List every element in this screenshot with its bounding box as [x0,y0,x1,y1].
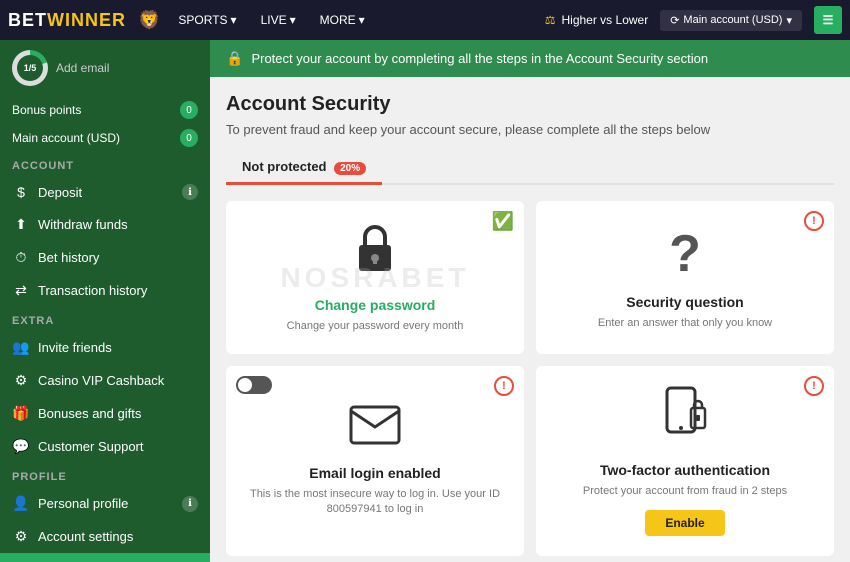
tab-percent-badge: 20% [334,162,366,175]
support-icon: 💬 [12,438,30,455]
dollar-icon: $ [12,184,30,200]
sidebar-item-bet-history[interactable]: ⏱ Bet history [0,241,210,274]
more-nav-btn[interactable]: MORE ▾ [314,9,371,31]
card-change-password: NOSRABET ✅ Change password Change your p… [226,201,524,354]
settings-icon: ⚙ [12,528,30,545]
account-button[interactable]: ⟳ Main account (USD) ▾ [660,10,802,31]
main-account-badge: 0 [180,129,198,147]
sidebar-item-withdraw[interactable]: ⬆ Withdraw funds [0,208,210,241]
phone-lock-icon [663,386,707,452]
card-desc-security-question: Enter an answer that only you know [598,316,772,331]
check-icon: ✅ [492,211,514,232]
brand-winner: WINNER [47,10,126,30]
extra-section-label: EXTRA [0,307,210,331]
friends-icon: 👥 [12,339,30,356]
withdraw-icon: ⬆ [12,216,30,233]
sidebar-item-deposit[interactable]: $ Deposit ℹ [0,176,210,208]
sidebar-item-transaction-history[interactable]: ⇄ Transaction history [0,274,210,307]
chevron-down-icon: ▾ [359,13,365,27]
sidebar-item-casino-vip[interactable]: ⚙ Casino VIP Cashback [0,364,210,397]
info-icon: ℹ [182,184,198,200]
scale-icon: ⚖ [545,13,556,27]
tab-not-protected[interactable]: Not protected 20% [226,151,382,183]
account-section-label: ACCOUNT [0,152,210,176]
card-title-two-factor: Two-factor authentication [600,462,770,478]
sidebar-top: 1/5 Add email [0,40,210,96]
card-title-security-question: Security question [626,294,743,310]
chevron-down-icon: ▾ [231,13,237,27]
live-nav-btn[interactable]: LIVE ▾ [255,9,302,31]
clock-icon: ⏱ [12,249,30,266]
cards-grid: NOSRABET ✅ Change password Change your p… [226,201,834,556]
page-title: Account Security [226,93,834,116]
refresh-icon: ⟳ [670,14,679,27]
content-body: Account Security To prevent fraud and ke… [210,77,850,562]
warn-icon: ! [804,211,824,231]
top-navigation: BETWINNER 🦁 SPORTS ▾ LIVE ▾ MORE ▾ ⚖ Hig… [0,0,850,40]
email-login-toggle[interactable] [236,376,272,394]
card-desc-email-login: This is the most insecure way to log in.… [242,487,508,518]
card-title-email-login: Email login enabled [309,465,440,481]
banner-lock-icon: 🔒 [226,50,243,67]
person-icon: 👤 [12,495,30,512]
main-body: 1/5 Add email Bonus points 0 Main accoun… [0,40,850,562]
page-subtitle: To prevent fraud and keep your account s… [226,122,834,137]
enable-button[interactable]: Enable [645,510,724,536]
email-icon [349,405,401,455]
card-security-question: ! ? Security question Enter an answer th… [536,201,834,354]
sports-nav-btn[interactable]: SPORTS ▾ [172,9,242,31]
sidebar-item-account-settings[interactable]: ⚙ Account settings [0,520,210,553]
sidebar: 1/5 Add email Bonus points 0 Main accoun… [0,40,210,562]
content-area: 🔒 Protect your account by completing all… [210,40,850,562]
question-icon: ? [669,224,701,284]
lion-icon: 🦁 [138,10,160,31]
warn-icon: ! [804,376,824,396]
gift-icon: 🎁 [12,405,30,422]
balance-vs: ⚖ Higher vs Lower [545,13,648,27]
security-banner: 🔒 Protect your account by completing all… [210,40,850,77]
menu-button[interactable]: ☰ [814,6,842,34]
sidebar-item-customer-support[interactable]: 💬 Customer Support [0,430,210,463]
sidebar-item-personal-profile[interactable]: 👤 Personal profile ℹ [0,487,210,520]
card-title-change-password: Change password [315,297,436,313]
card-email-login: ! Email login enabled This is the most i… [226,366,524,555]
vip-icon: ⚙ [12,372,30,389]
brand-logo: BETWINNER [8,10,126,31]
banner-text: Protect your account by completing all t… [251,51,708,66]
bonus-points-stat: Bonus points 0 [0,96,210,124]
card-two-factor: ! Two-factor authentication Protect your… [536,366,834,555]
bonus-points-badge: 0 [180,101,198,119]
info-icon: ℹ [182,496,198,512]
card-desc-change-password: Change your password every month [287,319,464,334]
tabs-row: Not protected 20% [226,151,834,185]
add-email-label[interactable]: Add email [56,61,109,75]
transfer-icon: ⇄ [12,282,30,299]
progress-circle: 1/5 [12,50,48,86]
chevron-down-icon: ▾ [290,13,296,27]
chevron-down-icon: ▾ [786,14,792,27]
sidebar-item-security[interactable]: 🔒 Security ℹ [0,553,210,562]
toggle-switch[interactable] [236,376,272,394]
brand-bet: BET [8,10,47,30]
progress-row: 1/5 Add email [12,50,198,86]
profile-section-label: PROFILE [0,463,210,487]
lock-icon [351,221,399,287]
sidebar-item-bonuses[interactable]: 🎁 Bonuses and gifts [0,397,210,430]
main-account-stat: Main account (USD) 0 [0,124,210,152]
card-desc-two-factor: Protect your account from fraud in 2 ste… [583,484,787,499]
sidebar-item-invite-friends[interactable]: 👥 Invite friends [0,331,210,364]
warn-icon: ! [494,376,514,396]
